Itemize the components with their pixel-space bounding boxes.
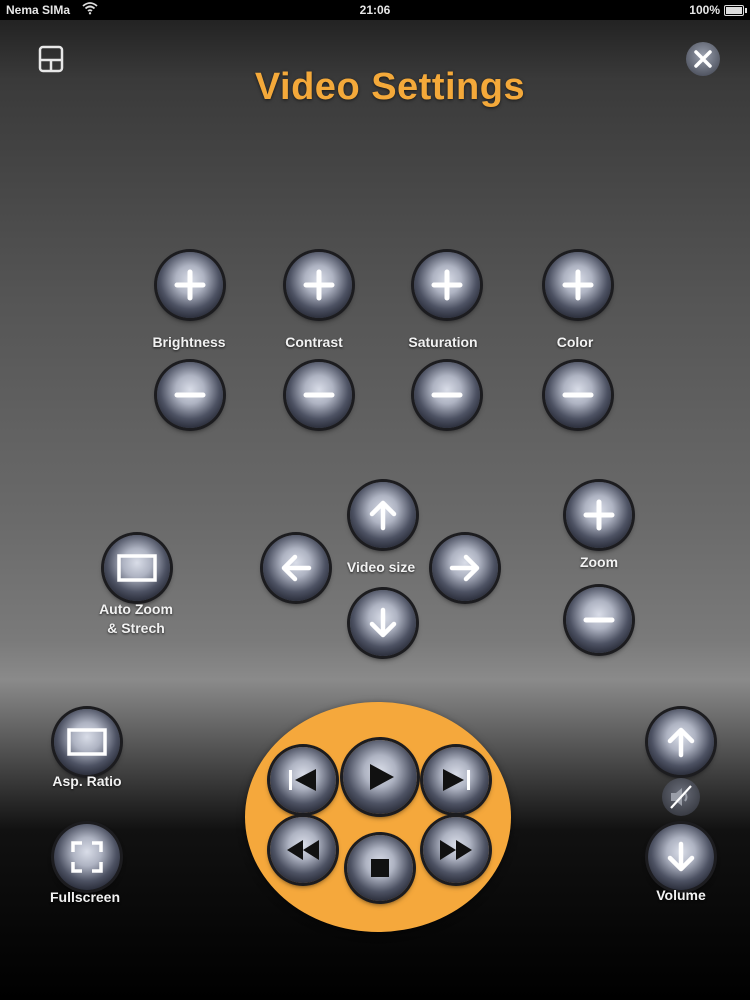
volume-down-button[interactable]	[648, 824, 714, 890]
arrow-left-icon	[281, 554, 312, 582]
contrast-label: Contrast	[285, 334, 343, 350]
minus-icon	[583, 617, 615, 623]
plus-icon	[562, 269, 594, 301]
minus-icon	[431, 392, 463, 398]
plus-icon	[583, 499, 615, 531]
mute-icon[interactable]	[662, 778, 700, 816]
play-button[interactable]	[343, 740, 417, 814]
aspect-rectangle-icon	[117, 554, 157, 582]
fullscreen-button[interactable]	[54, 824, 120, 890]
play-icon	[370, 764, 394, 790]
saturation-plus-button[interactable]	[414, 252, 480, 318]
previous-track-icon	[289, 769, 316, 791]
minus-icon	[562, 392, 594, 398]
contrast-minus-button[interactable]	[286, 362, 352, 428]
video-size-label: Video size	[346, 559, 416, 575]
previous-track-button[interactable]	[270, 747, 336, 813]
clock: 21:06	[359, 3, 391, 17]
brightness-label: Brightness	[152, 334, 226, 350]
saturation-minus-button[interactable]	[414, 362, 480, 428]
next-track-icon	[443, 769, 470, 791]
minus-icon	[174, 392, 206, 398]
saturation-label: Saturation	[408, 334, 478, 350]
fullscreen-label: Fullscreen	[49, 889, 121, 905]
arrow-right-icon	[449, 554, 480, 582]
video-size-right-button[interactable]	[432, 535, 498, 601]
contrast-plus-button[interactable]	[286, 252, 352, 318]
video-size-up-button[interactable]	[350, 482, 416, 548]
arrow-down-icon	[369, 607, 397, 638]
color-minus-button[interactable]	[545, 362, 611, 428]
aspect-ratio-label: Asp. Ratio	[52, 773, 122, 789]
auto-zoom-button[interactable]	[104, 535, 170, 601]
stop-button[interactable]	[347, 835, 413, 901]
fast-forward-icon	[440, 840, 472, 860]
video-size-left-button[interactable]	[263, 535, 329, 601]
zoom-in-button[interactable]	[566, 482, 632, 548]
next-track-button[interactable]	[423, 747, 489, 813]
plus-icon	[174, 269, 206, 301]
color-label: Color	[556, 334, 594, 350]
arrow-up-icon	[369, 500, 397, 531]
brightness-minus-button[interactable]	[157, 362, 223, 428]
color-plus-button[interactable]	[545, 252, 611, 318]
close-icon[interactable]	[686, 42, 720, 76]
arrow-up-icon	[667, 727, 695, 758]
brightness-plus-button[interactable]	[157, 252, 223, 318]
fast-forward-button[interactable]	[423, 817, 489, 883]
rewind-icon	[287, 840, 319, 860]
volume-label: Volume	[656, 887, 706, 903]
video-size-down-button[interactable]	[350, 590, 416, 656]
fullscreen-icon	[71, 841, 103, 873]
volume-up-button[interactable]	[648, 709, 714, 775]
zoom-label: Zoom	[579, 554, 619, 570]
aspect-ratio-button[interactable]	[54, 709, 120, 775]
minus-icon	[303, 392, 335, 398]
auto-zoom-label: Auto Zoom & Strech	[99, 601, 173, 636]
zoom-out-button[interactable]	[566, 587, 632, 653]
plus-icon	[431, 269, 463, 301]
aspect-rectangle-icon	[67, 728, 107, 756]
page-title: Video Settings	[254, 66, 526, 108]
arrow-down-icon	[667, 841, 695, 872]
status-bar: Nema SIMa 21:06 100%	[0, 0, 750, 20]
rewind-button[interactable]	[270, 817, 336, 883]
stop-icon	[371, 859, 389, 877]
plus-icon	[303, 269, 335, 301]
battery-icon	[724, 5, 747, 16]
battery-percent: 100%	[689, 3, 720, 17]
